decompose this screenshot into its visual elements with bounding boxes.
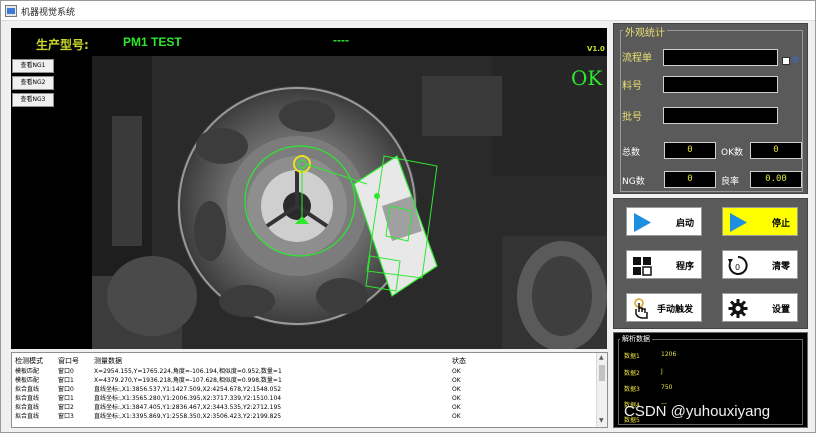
ok-count-label: OK数	[721, 148, 743, 158]
flow-input[interactable]	[663, 49, 778, 66]
cell-data: 直线坐标:,X1:3565.280,Y1:2006.395,X2:3717.33…	[94, 395, 282, 402]
parse-title: 解析数据	[620, 334, 652, 344]
flow-checkbox[interactable]	[782, 57, 790, 65]
yield-label: 良率	[721, 177, 740, 187]
table-row[interactable]: 拟合直线 窗口2 直线坐标:,X1:3847.405,Y1:2836.467,X…	[12, 404, 597, 412]
stats-title: 外观统计	[623, 24, 667, 39]
control-panel: 启动 停止 程序 0 清零 手动触发 设置	[613, 198, 808, 329]
start-button[interactable]: 启动	[626, 207, 702, 236]
product-model-label: 生产型号:	[36, 38, 89, 52]
title-bar: 机器视觉系统	[1, 1, 815, 21]
table-row[interactable]: 拟合直线 窗口0 直线坐标:,X1:3856.537,Y1:1427.509,X…	[12, 386, 597, 394]
settings-label: 设置	[772, 305, 791, 315]
parse-key: 数据2	[624, 370, 640, 377]
yield-value: 0.00	[750, 171, 802, 188]
cell-mode: 拟合直线	[15, 404, 40, 411]
parse-value: 1206	[661, 351, 677, 358]
reset-button[interactable]: 0 清零	[722, 250, 798, 279]
app-icon	[5, 5, 17, 17]
cell-mode: 模板匹配	[15, 377, 40, 384]
cell-mode: 模板匹配	[15, 368, 40, 375]
cell-status: OK	[452, 368, 461, 375]
header-mode: 检测模式	[15, 357, 43, 365]
watermark-text: CSDN @yuhouxiyang	[624, 403, 771, 420]
cell-data: 直线坐标:,X1:3395.869,Y1:2558.350,X2:3506.42…	[94, 413, 282, 420]
measurement-table[interactable]: 检测模式 窗口号 测量数据 状态 模板匹配 窗口0 X=2954.155,Y=1…	[11, 352, 608, 428]
start-label: 启动	[676, 219, 695, 229]
view-ng1-button[interactable]: 查看NG1	[12, 59, 54, 73]
product-status: ----	[333, 33, 349, 47]
view-ng3-button[interactable]: 查看NG3	[12, 93, 54, 107]
ng-count-value: 0	[664, 171, 716, 188]
table-row[interactable]: 拟合直线 窗口3 直线坐标:,X1:3395.869,Y1:2558.350,X…	[12, 413, 597, 421]
cell-status: OK	[452, 404, 461, 411]
header-window: 窗口号	[58, 357, 79, 365]
app-window: 机器视觉系统 生产型号: PM1 TEST ---- V1.0 查看NG1 查看…	[0, 0, 816, 433]
cell-window: 窗口1	[58, 395, 74, 402]
ng-count-label: NG数	[622, 177, 645, 187]
refresh-icon: 0	[728, 255, 748, 275]
flow-checkbox-label[interactable]: 锁	[792, 55, 799, 65]
camera-image[interactable]	[92, 56, 607, 349]
cell-window: 窗口2	[58, 404, 74, 411]
table-row[interactable]: 模板匹配 窗口0 X=2954.155,Y=1765.224,角度=-106.1…	[12, 368, 597, 376]
stop-button[interactable]: 停止	[722, 207, 798, 236]
header-data: 测量数据	[94, 357, 122, 365]
cell-data: 直线坐标:,X1:3847.405,Y1:2836.467,X2:3443.53…	[94, 404, 282, 411]
table-scrollbar[interactable]: ▲ ▼	[596, 353, 607, 427]
grid-icon	[633, 257, 652, 276]
cell-mode: 拟合直线	[15, 413, 40, 420]
hand-pointer-icon	[634, 298, 648, 319]
result-ok-text: OK	[571, 66, 603, 90]
cell-window: 窗口1	[58, 377, 74, 384]
total-value: 0	[664, 142, 716, 159]
cell-window: 窗口0	[58, 368, 74, 375]
manual-trigger-button[interactable]: 手动触发	[626, 293, 702, 322]
flow-label: 流程单	[622, 53, 652, 64]
parse-key: 数据1	[624, 353, 640, 360]
product-model-value: PM1 TEST	[123, 35, 182, 49]
cell-mode: 拟合直线	[15, 395, 40, 402]
program-button[interactable]: 程序	[626, 250, 702, 279]
parse-value: 750	[661, 384, 673, 391]
scroll-up-icon[interactable]: ▲	[599, 354, 604, 361]
cell-status: OK	[452, 413, 461, 420]
batch-input[interactable]	[663, 107, 778, 124]
vision-panel: 生产型号: PM1 TEST ---- V1.0 查看NG1 查看NG2 查看N…	[11, 28, 607, 349]
part-input[interactable]	[663, 76, 778, 93]
ok-count-value: 0	[750, 142, 802, 159]
cell-status: OK	[452, 377, 461, 384]
part-label: 料号	[622, 81, 642, 92]
cell-window: 窗口0	[58, 386, 74, 393]
cell-data: 直线坐标:,X1:3856.537,Y1:1427.509,X2:4254.67…	[94, 386, 282, 393]
cell-window: 窗口3	[58, 413, 74, 420]
window-title: 机器视觉系统	[21, 8, 76, 18]
reset-label: 清零	[772, 262, 791, 272]
svg-text:0: 0	[735, 263, 740, 272]
table-row[interactable]: 拟合直线 窗口1 直线坐标:,X1:3565.280,Y1:2006.395,X…	[12, 395, 597, 403]
scroll-down-icon[interactable]: ▼	[599, 417, 604, 424]
cell-status: OK	[452, 386, 461, 393]
cell-status: OK	[452, 395, 461, 402]
settings-button[interactable]: 设置	[722, 293, 798, 322]
cell-mode: 拟合直线	[15, 386, 40, 393]
play-icon	[634, 213, 651, 232]
parse-value: J	[661, 368, 663, 375]
batch-label: 批号	[622, 112, 642, 123]
manual-trigger-label: 手动触发	[657, 305, 694, 315]
cell-data: X=4379.270,Y=1936.218,角度=-107.628,相似度=0.…	[94, 377, 282, 384]
view-ng2-button[interactable]: 查看NG2	[12, 76, 54, 90]
play-icon	[730, 213, 747, 232]
stats-panel: 外观统计 流程单 锁 料号 批号 总数 0 OK数 0 NG数 0 良率 0.0…	[613, 23, 808, 194]
table-row[interactable]: 模板匹配 窗口1 X=4379.270,Y=1936.218,角度=-107.6…	[12, 377, 597, 385]
gear-icon	[728, 299, 748, 318]
scroll-thumb[interactable]	[599, 365, 605, 381]
total-label: 总数	[622, 148, 641, 158]
program-label: 程序	[676, 262, 695, 272]
parse-key: 数据3	[624, 386, 640, 393]
header-status: 状态	[452, 357, 466, 365]
cell-data: X=2954.155,Y=1765.224,角度=-106.194,相似度=0.…	[94, 368, 282, 375]
stop-label: 停止	[772, 219, 791, 229]
version-label: V1.0	[587, 45, 605, 53]
